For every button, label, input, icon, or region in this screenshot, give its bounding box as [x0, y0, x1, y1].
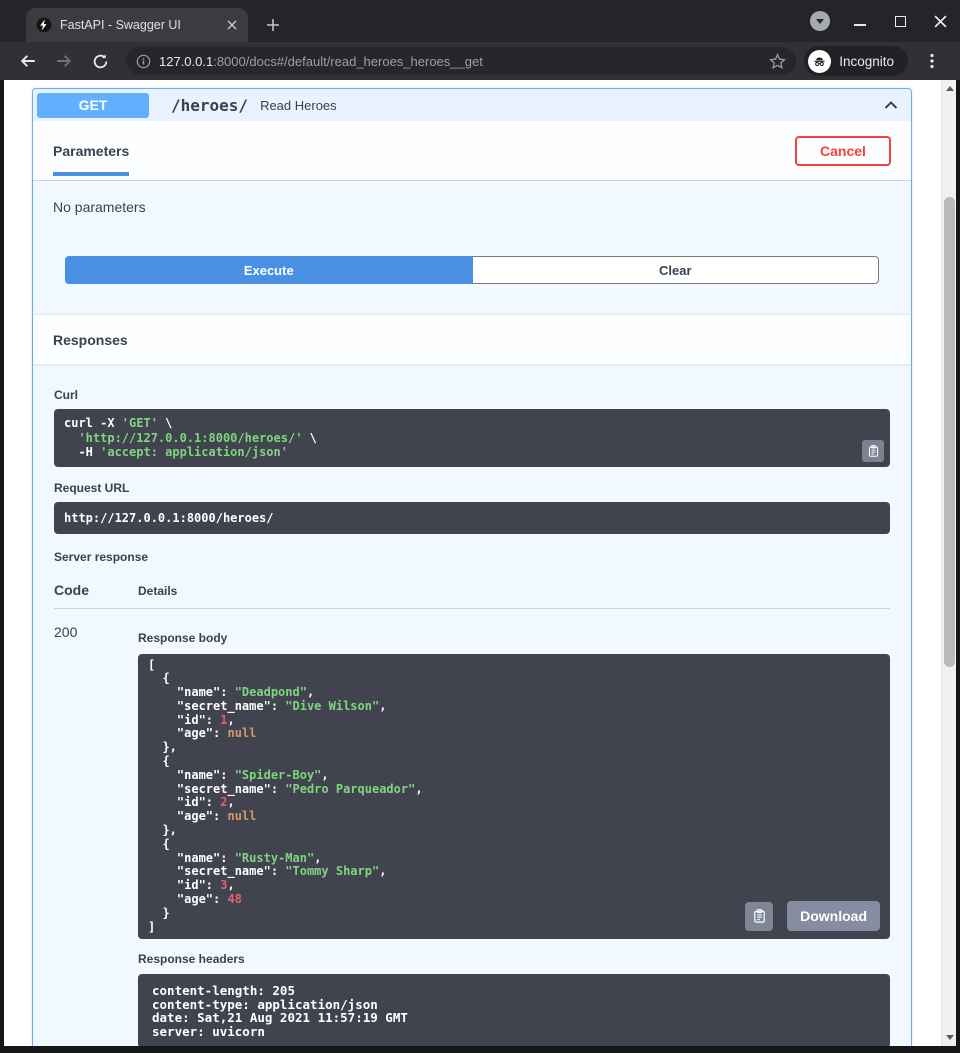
response-body-block: [ { "name": "Deadpond", "secret_name": "… — [138, 654, 890, 940]
request-url-value: http://127.0.0.1:8000/heroes/ — [54, 502, 890, 534]
clipboard-icon — [867, 444, 880, 458]
response-body-label: Response body — [138, 631, 890, 645]
response-headers-label: Response headers — [138, 952, 890, 966]
kebab-menu-icon — [925, 53, 939, 69]
window-controls — [810, 11, 950, 31]
tab-title: FastAPI - Swagger UI — [60, 18, 224, 32]
operation-description: Read Heroes — [260, 98, 881, 113]
parameters-body: No parameters — [33, 181, 911, 215]
response-body-code: [ { "name": "Deadpond", "secret_name": "… — [138, 654, 890, 940]
parameters-header-row: Parameters Cancel — [33, 121, 911, 181]
collapse-chevron-icon[interactable] — [881, 95, 901, 115]
site-info-icon[interactable] — [136, 54, 151, 69]
browser-window: FastAPI - Swagger UI — [0, 0, 960, 1053]
forward-button[interactable] — [51, 48, 77, 74]
response-headers-block: content-length: 205 content-type: applic… — [138, 974, 890, 1046]
url-text: 127.0.0.1:8000/docs#/default/read_heroes… — [159, 54, 769, 69]
request-url-block: http://127.0.0.1:8000/heroes/ — [54, 502, 890, 534]
back-button[interactable] — [15, 48, 41, 74]
method-badge: GET — [37, 93, 149, 118]
maximize-button[interactable] — [890, 11, 910, 31]
scroll-up-arrow-icon[interactable] — [942, 81, 956, 96]
reload-icon — [92, 53, 109, 70]
close-icon — [934, 15, 947, 28]
responses-body: Curl curl -X 'GET' \ 'http://127.0.0.1:8… — [33, 364, 911, 1046]
download-button[interactable]: Download — [787, 901, 880, 931]
titlebar-dropdown-button[interactable] — [810, 11, 830, 31]
server-response-label: Server response — [54, 550, 890, 564]
incognito-icon — [808, 50, 831, 73]
code-column-header: Code — [54, 582, 138, 598]
parameters-tab-label: Parameters — [53, 143, 129, 176]
close-button[interactable] — [930, 11, 950, 31]
response-details: Response body [ { "name": "Deadpond", "s… — [138, 624, 890, 1047]
maximize-icon — [895, 16, 906, 27]
browser-tab[interactable]: FastAPI - Swagger UI — [26, 8, 248, 42]
forward-icon — [55, 52, 73, 70]
incognito-badge: Incognito — [804, 46, 908, 76]
details-column-header: Details — [138, 584, 177, 598]
address-bar[interactable]: 127.0.0.1:8000/docs#/default/read_heroes… — [126, 47, 796, 75]
page-scrollbar[interactable] — [941, 80, 956, 1046]
responses-section-header: Responses — [33, 314, 911, 364]
scroll-down-arrow-icon[interactable] — [942, 1030, 956, 1045]
copy-curl-button[interactable] — [862, 440, 884, 462]
no-parameters-message: No parameters — [53, 199, 146, 215]
copy-response-button[interactable] — [745, 902, 773, 931]
browser-toolbar: 127.0.0.1:8000/docs#/default/read_heroes… — [0, 42, 960, 80]
execute-button[interactable]: Execute — [65, 256, 473, 284]
bookmark-star-icon[interactable] — [769, 53, 786, 70]
browser-menu-button[interactable] — [919, 48, 945, 74]
incognito-label: Incognito — [839, 54, 894, 69]
curl-command: curl -X 'GET' \ 'http://127.0.0.1:8000/h… — [54, 409, 890, 467]
minimize-icon — [854, 24, 866, 26]
curl-block: curl -X 'GET' \ 'http://127.0.0.1:8000/h… — [54, 409, 890, 467]
caret-down-icon — [816, 19, 824, 24]
execute-button-group: Execute Clear — [33, 256, 911, 284]
response-row-200: 200 Response body [ { "name": "Deadpond"… — [54, 609, 890, 1047]
responses-title: Responses — [53, 332, 128, 348]
request-url-label: Request URL — [54, 481, 890, 495]
page-viewport: GET /heroes/ Read Heroes Parameters Canc… — [4, 80, 956, 1046]
back-icon — [19, 52, 37, 70]
new-tab-button[interactable] — [262, 14, 284, 36]
opblock-get-heroes: GET /heroes/ Read Heroes Parameters Canc… — [32, 88, 912, 1046]
tab-strip: FastAPI - Swagger UI — [0, 0, 960, 42]
response-headers-code: content-length: 205 content-type: applic… — [138, 974, 890, 1046]
operation-summary[interactable]: GET /heroes/ Read Heroes — [33, 89, 911, 121]
tab-close-icon[interactable] — [224, 17, 240, 33]
status-code: 200 — [54, 624, 138, 1047]
operation-path: /heroes/ — [171, 96, 248, 115]
minimize-button[interactable] — [850, 11, 870, 31]
clipboard-icon — [752, 908, 767, 924]
response-body-actions: Download — [745, 901, 880, 931]
clear-button[interactable]: Clear — [473, 256, 880, 284]
tab-parameters[interactable]: Parameters — [53, 121, 129, 180]
reload-button[interactable] — [87, 48, 113, 74]
cancel-button[interactable]: Cancel — [795, 136, 891, 166]
fastapi-favicon-icon — [36, 17, 52, 33]
curl-label: Curl — [54, 388, 890, 402]
scrollbar-thumb[interactable] — [944, 197, 955, 667]
swagger-content: GET /heroes/ Read Heroes Parameters Canc… — [4, 80, 941, 1046]
response-table-header: Code Details — [54, 582, 890, 609]
